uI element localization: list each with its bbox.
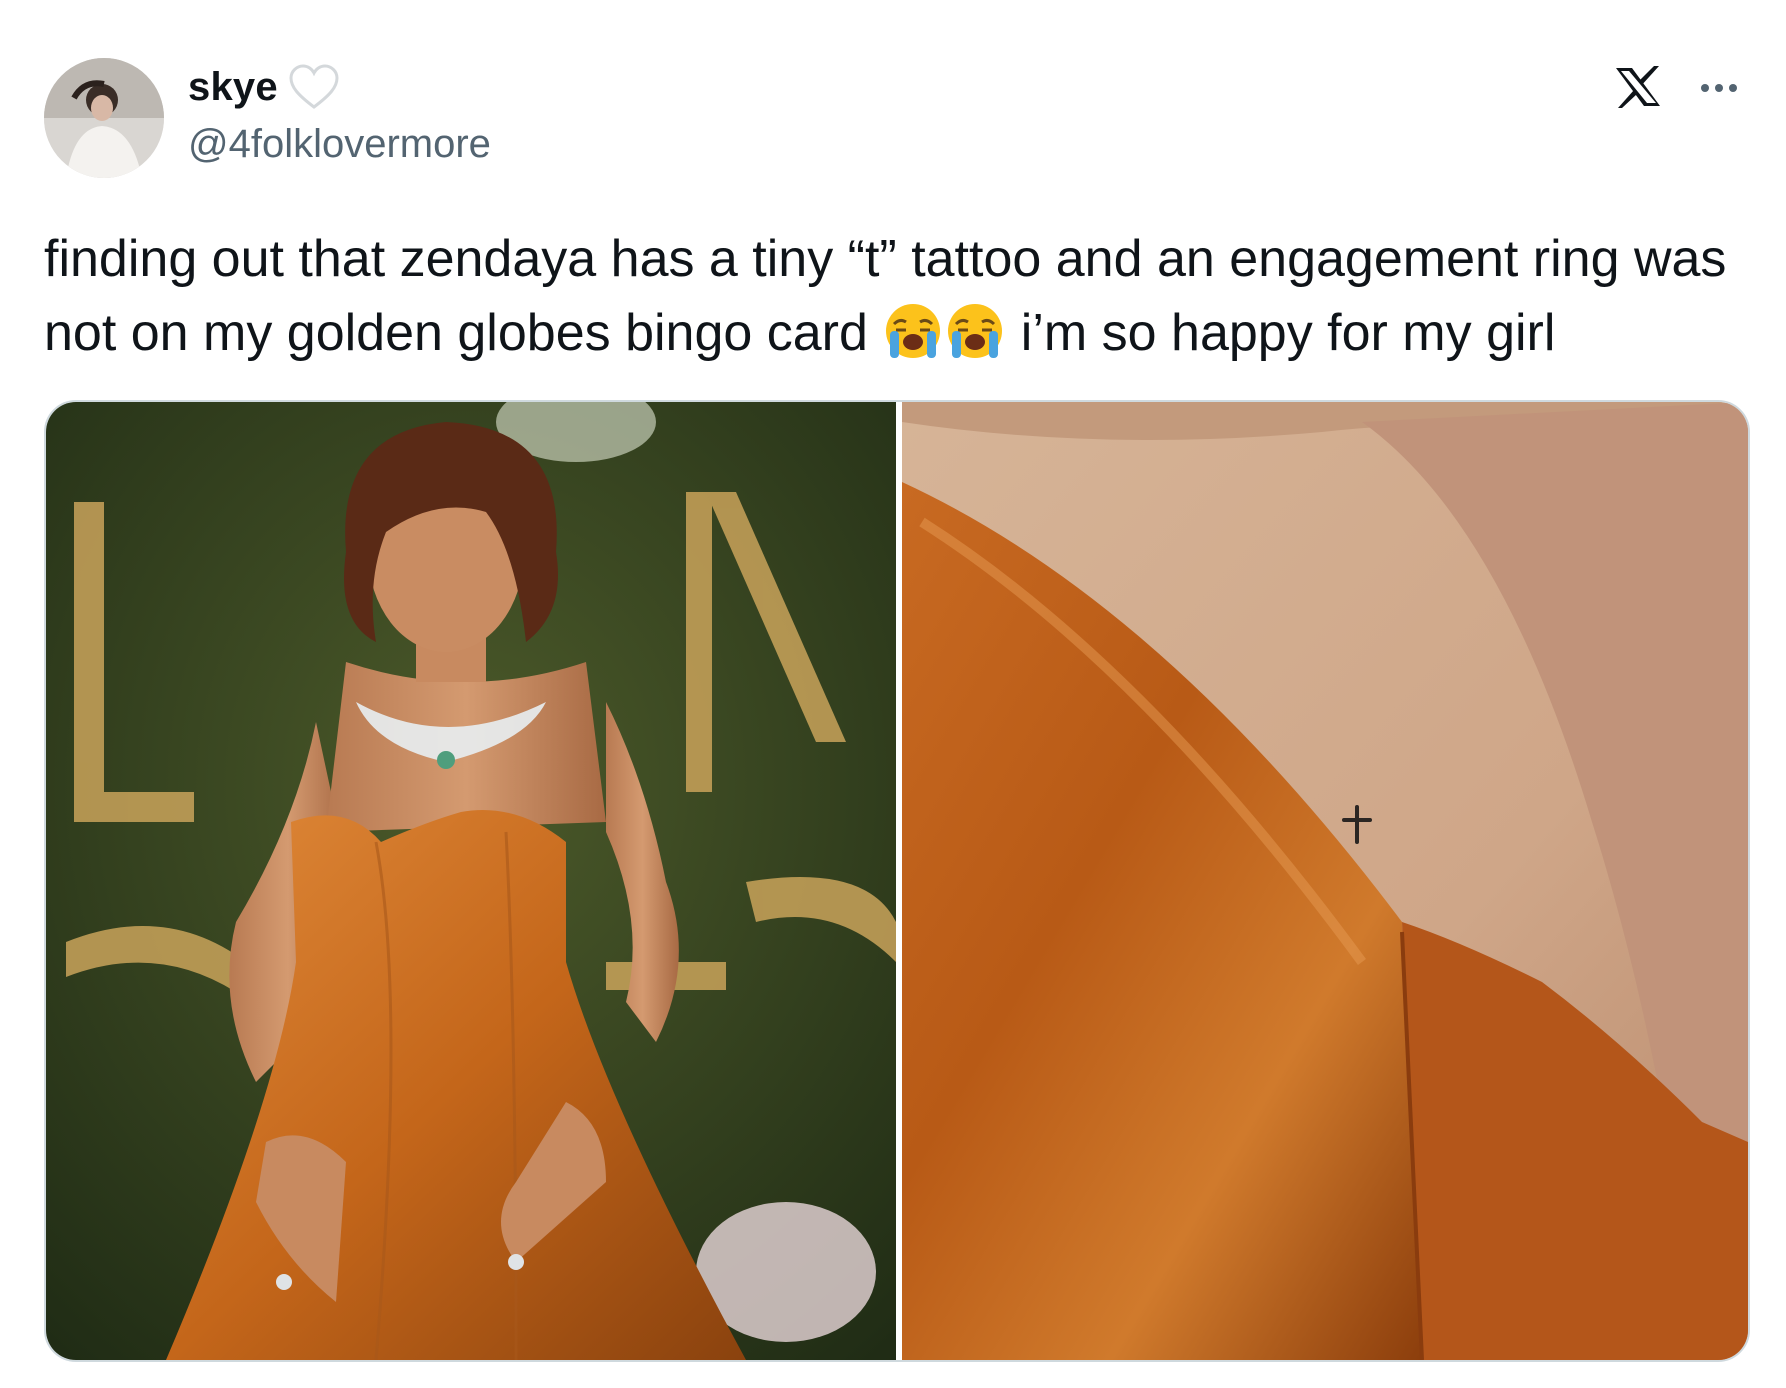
avatar[interactable] [44, 58, 164, 178]
x-logo-icon[interactable] [1612, 62, 1664, 112]
handle[interactable]: @4folklovermore [188, 122, 491, 167]
author-row: skye [188, 62, 340, 112]
white-heart-icon [289, 64, 339, 109]
more-dots-icon[interactable] [1694, 68, 1744, 108]
loudly-crying-face-icon [944, 300, 1006, 362]
loudly-crying-face-icon [882, 300, 944, 362]
tweet-text-part2: i’m so happy for my girl [1006, 304, 1556, 362]
display-name[interactable]: skye [188, 65, 278, 110]
photo-red-carpet[interactable] [46, 402, 896, 1360]
photo-tattoo-closeup[interactable] [902, 402, 1748, 1360]
media-grid [44, 400, 1750, 1362]
tweet-text: finding out that zendaya has a tiny “t” … [44, 222, 1744, 370]
tweet-card: skye @4folklovermore finding out that ze… [0, 0, 1786, 1388]
